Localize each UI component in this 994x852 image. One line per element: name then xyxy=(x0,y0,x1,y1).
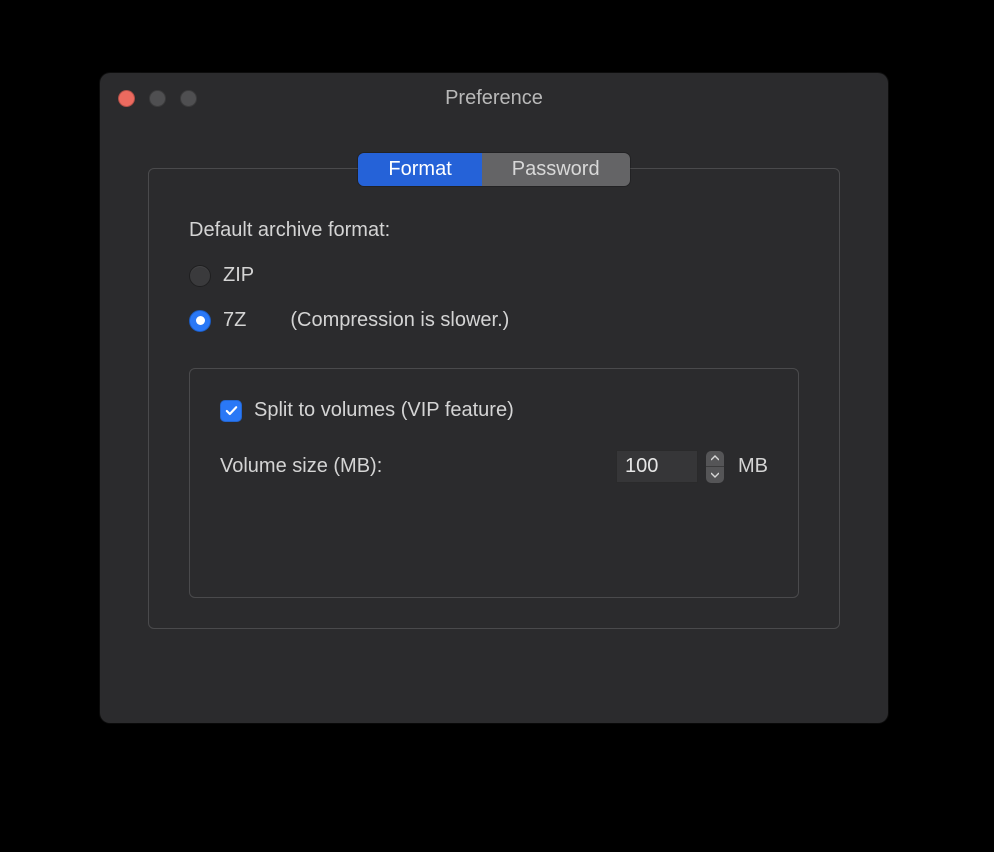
maximize-button[interactable] xyxy=(180,90,197,107)
radio-row-zip[interactable]: ZIP xyxy=(189,264,799,287)
radio-zip[interactable] xyxy=(189,265,211,287)
titlebar: Preference xyxy=(100,73,888,123)
preference-window: Preference Format Password Default archi… xyxy=(100,73,888,723)
tab-strip: Format Password xyxy=(148,153,840,186)
format-radio-group: ZIP 7Z (Compression is slower.) xyxy=(189,264,799,332)
format-panel: Default archive format: ZIP 7Z (Compress… xyxy=(148,168,840,629)
stepper-up[interactable] xyxy=(706,451,724,467)
volume-size-unit: MB xyxy=(738,455,768,478)
radio-label-zip: ZIP xyxy=(223,264,254,287)
radio-row-7z[interactable]: 7Z (Compression is slower.) xyxy=(189,309,799,332)
radio-dot-icon xyxy=(196,316,205,325)
close-button[interactable] xyxy=(118,90,135,107)
split-volumes-panel: Split to volumes (VIP feature) Volume si… xyxy=(189,368,799,598)
tabs: Format Password xyxy=(358,153,629,186)
radio-label-7z: 7Z xyxy=(223,309,246,332)
chevron-up-icon xyxy=(711,455,719,461)
sevenz-hint: (Compression is slower.) xyxy=(290,309,509,332)
radio-7z[interactable] xyxy=(189,310,211,332)
volume-size-row: Volume size (MB): MB xyxy=(220,450,768,483)
split-checkbox-row[interactable]: Split to volumes (VIP feature) xyxy=(220,399,768,422)
content-area: Format Password Default archive format: … xyxy=(100,123,888,659)
traffic-lights xyxy=(100,90,197,107)
default-format-label: Default archive format: xyxy=(189,219,799,242)
split-label: Split to volumes (VIP feature) xyxy=(254,399,514,422)
split-checkbox[interactable] xyxy=(220,400,242,422)
volume-size-input[interactable] xyxy=(616,450,698,483)
window-title: Preference xyxy=(100,87,888,110)
minimize-button[interactable] xyxy=(149,90,166,107)
tab-format[interactable]: Format xyxy=(358,153,481,186)
checkmark-icon xyxy=(224,403,239,418)
chevron-down-icon xyxy=(711,472,719,478)
volume-size-label: Volume size (MB): xyxy=(220,455,540,478)
tab-password[interactable]: Password xyxy=(482,153,630,186)
volume-size-stepper[interactable] xyxy=(706,451,724,483)
stepper-down[interactable] xyxy=(706,467,724,483)
